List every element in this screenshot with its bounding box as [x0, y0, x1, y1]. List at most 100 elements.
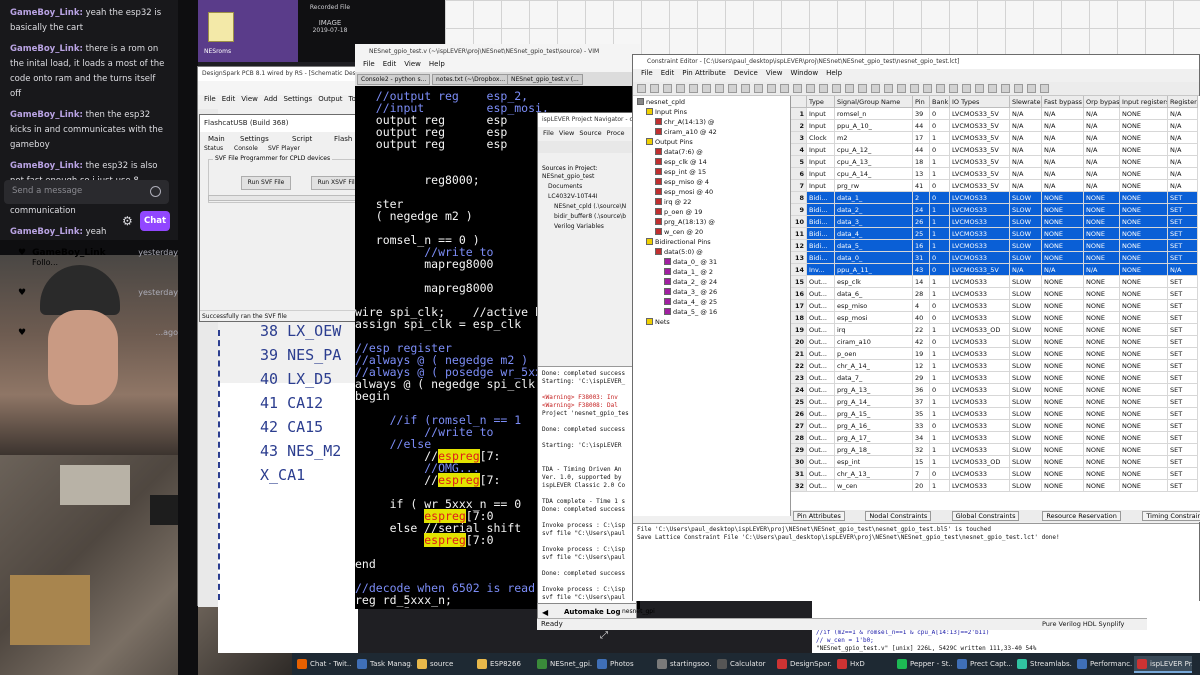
- pin-tree-item[interactable]: Output Pins: [646, 138, 693, 146]
- toolbar-button[interactable]: [936, 84, 945, 93]
- menu-item-pin-attribute[interactable]: Pin Attribute: [682, 69, 726, 77]
- pin-tree-item[interactable]: w_cen @ 20: [655, 228, 703, 236]
- toolbar-button[interactable]: [1001, 84, 1010, 93]
- toolbar-button[interactable]: [832, 84, 841, 93]
- chat-username[interactable]: GameBoy_Link:: [10, 227, 83, 237]
- toolbar-button[interactable]: [650, 84, 659, 93]
- tab-script[interactable]: Script: [292, 135, 312, 143]
- menu-item-help[interactable]: Help: [826, 69, 842, 77]
- toolbar-button[interactable]: [1014, 84, 1023, 93]
- toolbar-button[interactable]: [910, 84, 919, 93]
- pin-tree-item[interactable]: data_1_ @ 2: [664, 268, 713, 276]
- pin-tree-item[interactable]: nesnet_cpld: [637, 98, 685, 106]
- pin-tree-item[interactable]: esp_miso @ 4: [655, 178, 709, 186]
- source-tree-item[interactable]: bidir_buffer8 (.\source\b: [554, 213, 626, 220]
- nesroms-thumbnail[interactable]: NESroms: [198, 0, 298, 62]
- tab-timing-constraints[interactable]: Timing Constraints: [1142, 511, 1200, 521]
- tab-pin-attributes[interactable]: Pin Attributes: [793, 511, 845, 521]
- menu-item-view[interactable]: View: [766, 69, 783, 77]
- taskbar-item[interactable]: source: [414, 656, 472, 673]
- pin-tree-item[interactable]: prg_A(18:13) @: [655, 218, 715, 226]
- pin-tree-item[interactable]: Input Pins: [646, 108, 687, 116]
- taskbar-item[interactable]: Performanc...: [1074, 656, 1132, 673]
- column-header[interactable]: Type: [807, 96, 835, 108]
- pin-tree-item[interactable]: data(7:6) @: [655, 148, 703, 156]
- tab-main[interactable]: Main: [208, 135, 225, 143]
- taskbar-item[interactable]: Pepper - St...: [894, 656, 952, 673]
- tab-settings[interactable]: Settings: [240, 135, 269, 143]
- menu-item-help[interactable]: Help: [429, 60, 445, 68]
- menu-item-view[interactable]: View: [404, 60, 421, 68]
- column-header[interactable]: Signal/Group Name: [835, 96, 913, 108]
- taskbar-item[interactable]: ESP8266: [474, 656, 532, 673]
- pin-tree-item[interactable]: data_2_ @ 24: [664, 278, 717, 286]
- taskbar-item[interactable]: Calculator: [714, 656, 772, 673]
- menu-item-device[interactable]: Device: [734, 69, 758, 77]
- chat-username[interactable]: GameBoy_Link:: [10, 8, 83, 18]
- menu-item-settings[interactable]: Settings: [283, 95, 312, 103]
- menu-item-edit[interactable]: Edit: [661, 69, 675, 77]
- pin-tree-item[interactable]: data(5:0) @: [655, 248, 703, 256]
- column-header[interactable]: Pin: [913, 96, 930, 108]
- toolbar-button[interactable]: [988, 84, 997, 93]
- subtab-status[interactable]: Status: [204, 145, 223, 152]
- pin-tree-item[interactable]: esp_mosi @ 40: [655, 188, 713, 196]
- toolbar-button[interactable]: [897, 84, 906, 93]
- toolbar-button[interactable]: [715, 84, 724, 93]
- taskbar-item[interactable]: Photos: [594, 656, 652, 673]
- toolbar-button[interactable]: [780, 84, 789, 93]
- pin-tree-item[interactable]: p_oen @ 19: [655, 208, 702, 216]
- pin-attribute-table[interactable]: Type Signal/Group Name Pin Bank IO Types Slew…: [791, 96, 1200, 516]
- taskbar-item[interactable]: Chat - Twit...: [294, 656, 352, 673]
- toolbar-button[interactable]: [676, 84, 685, 93]
- tab-global-constraints[interactable]: Global Constraints: [951, 511, 1020, 521]
- source-tree-item[interactable]: NESnet_gpio_test: [542, 173, 594, 180]
- toolbar-button[interactable]: [806, 84, 815, 93]
- pin-tree-item[interactable]: esp_clk @ 14: [655, 158, 707, 166]
- taskbar-item[interactable]: DesignSpar...: [774, 656, 832, 673]
- column-header[interactable]: Bank: [930, 96, 950, 108]
- menu-item-add[interactable]: Add: [264, 95, 278, 103]
- source-tree-item[interactable]: LC4032V-10T44I: [548, 193, 597, 200]
- subtab-console[interactable]: Console: [234, 145, 258, 152]
- toolbar-button[interactable]: [845, 84, 854, 93]
- pin-tree-item[interactable]: data_3_ @ 26: [664, 288, 717, 296]
- toolbar-button[interactable]: [754, 84, 763, 93]
- console-tab[interactable]: Console2 - python s...: [357, 74, 431, 85]
- menu-item-window[interactable]: Window: [790, 69, 818, 77]
- source-tree-item[interactable]: Verilog Variables: [554, 223, 604, 230]
- taskbar-item[interactable]: HxD: [834, 656, 892, 673]
- menu-item-edit[interactable]: Edit: [383, 60, 397, 68]
- menu-item-source[interactable]: Source: [579, 129, 601, 137]
- chat-input[interactable]: Send a message: [4, 180, 169, 204]
- column-header[interactable]: Register: [1168, 96, 1198, 108]
- automake-log-tab[interactable]: Automake Log: [564, 608, 621, 616]
- tab-resource-reservation[interactable]: Resource Reservation: [1042, 511, 1121, 521]
- column-header[interactable]: Slewrate: [1010, 96, 1042, 108]
- pin-tree-item[interactable]: chr_A(14:13) @: [655, 118, 714, 126]
- tab-nodal-constraints[interactable]: Nodal Constraints: [865, 511, 932, 521]
- menu-item-edit[interactable]: Edit: [222, 95, 236, 103]
- column-header[interactable]: IO Types: [950, 96, 1010, 108]
- taskbar-item[interactable]: ispLEVER Pr...: [1134, 656, 1192, 673]
- taskbar-item[interactable]: Task Manag...: [354, 656, 412, 673]
- chat-username[interactable]: GameBoy_Link:: [10, 110, 83, 120]
- pin-tree-item[interactable]: Nets: [646, 318, 670, 326]
- taskbar-item[interactable]: startingsoo...: [654, 656, 712, 673]
- toolbar-button[interactable]: [1027, 84, 1036, 93]
- menu-item-file[interactable]: File: [543, 129, 554, 137]
- source-tree-item[interactable]: Documents: [548, 183, 582, 190]
- toolbar-button[interactable]: [741, 84, 750, 93]
- activity-name[interactable]: GameBoy_Link: [32, 248, 106, 258]
- prev-tab-icon[interactable]: ◀: [542, 608, 548, 617]
- menu-item-output[interactable]: Output: [318, 95, 342, 103]
- menu-item-view[interactable]: View: [559, 129, 574, 137]
- toolbar-button[interactable]: [884, 84, 893, 93]
- console-tab[interactable]: notes.txt (~\Dropbox...: [432, 74, 510, 85]
- column-header[interactable]: [791, 96, 807, 108]
- pin-tree-item[interactable]: data_4_ @ 25: [664, 298, 717, 306]
- run-svf-button[interactable]: Run SVF File: [241, 176, 291, 190]
- emote-icon[interactable]: [150, 186, 161, 197]
- gear-icon[interactable]: ⚙: [122, 214, 133, 228]
- pin-tree-item[interactable]: irq @ 22: [655, 198, 691, 206]
